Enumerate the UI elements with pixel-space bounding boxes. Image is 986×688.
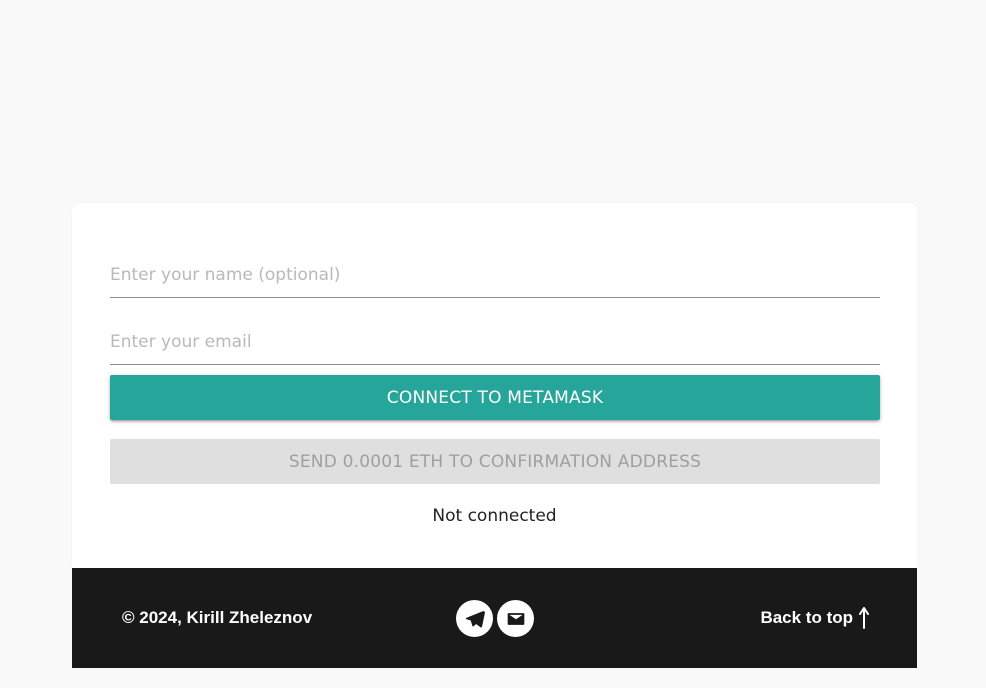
send-eth-button[interactable]: SEND 0.0001 ETH TO CONFIRMATION ADDRESS [110, 439, 880, 484]
name-input[interactable] [110, 253, 880, 297]
copyright-text: © 2024, Kirill Zheleznov [122, 608, 313, 627]
email-input[interactable] [110, 320, 880, 364]
telegram-icon [464, 608, 486, 630]
connect-metamask-button[interactable]: CONNECT TO METAMASK [110, 375, 880, 420]
connection-status: Not connected [432, 506, 557, 526]
name-field [110, 253, 880, 298]
footer: © 2024, Kirill Zheleznov Back to top [72, 568, 917, 668]
email-link[interactable] [497, 600, 534, 637]
arrow-up-icon [857, 606, 871, 630]
telegram-link[interactable] [456, 600, 493, 637]
back-to-top-label: Back to top [760, 608, 853, 627]
social-links [456, 600, 534, 637]
mail-icon [506, 609, 526, 629]
form-card: CONNECT TO METAMASK SEND 0.0001 ETH TO C… [72, 203, 917, 568]
back-to-top-link[interactable]: Back to top [760, 606, 871, 630]
email-field [110, 320, 880, 365]
